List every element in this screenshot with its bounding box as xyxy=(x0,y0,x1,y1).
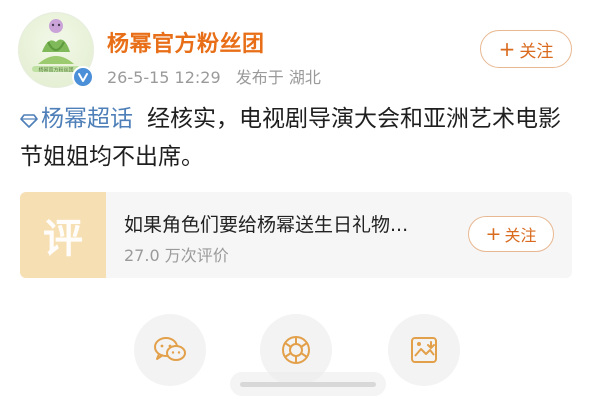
weibo-post-card: 杨幂官方粉丝团 杨幂官方粉丝团 26-5-15 12:29 发布于 湖北 + 关… xyxy=(0,0,592,401)
wechat-icon xyxy=(154,337,186,361)
post-timestamp: 26-5-15 12:29 xyxy=(107,68,221,87)
post-body: 杨幂超话 经核实，电视剧导演大会和亚洲艺术电影节姐姐均不出席。 xyxy=(20,100,575,176)
topic-link[interactable]: 杨幂超话 xyxy=(20,106,133,132)
review-title: 如果角色们要给杨幂送生日礼物... xyxy=(124,214,409,236)
follow-button[interactable]: + 关注 xyxy=(480,30,572,68)
post-location: 发布于 湖北 xyxy=(235,68,321,87)
topic-label: 杨幂超话 xyxy=(41,106,133,132)
plus-icon: + xyxy=(498,37,516,61)
post-meta: 26-5-15 12:29 发布于 湖北 xyxy=(107,64,331,88)
account-name[interactable]: 杨幂官方粉丝团 xyxy=(107,26,265,58)
plus-icon: + xyxy=(485,222,502,245)
review-icon: 评 xyxy=(20,192,106,278)
verified-badge-icon xyxy=(72,66,94,88)
home-indicator[interactable] xyxy=(240,382,376,387)
review-follow-label: 关注 xyxy=(504,226,537,245)
save-image-icon xyxy=(411,337,437,363)
share-wechat-button[interactable] xyxy=(134,314,206,386)
review-card[interactable]: 评 如果角色们要给杨幂送生日礼物... 27.0 万次评价 + 关注 xyxy=(20,192,572,278)
review-count: 27.0 万次评价 xyxy=(124,246,229,265)
review-follow-button[interactable]: + 关注 xyxy=(468,216,554,252)
diamond-icon xyxy=(20,114,38,128)
svg-text:杨幂官方粉丝团: 杨幂官方粉丝团 xyxy=(38,67,73,74)
moments-icon xyxy=(282,336,310,364)
save-image-button[interactable] xyxy=(388,314,460,386)
follow-label: 关注 xyxy=(519,41,554,62)
review-icon-char: 评 xyxy=(43,216,83,262)
